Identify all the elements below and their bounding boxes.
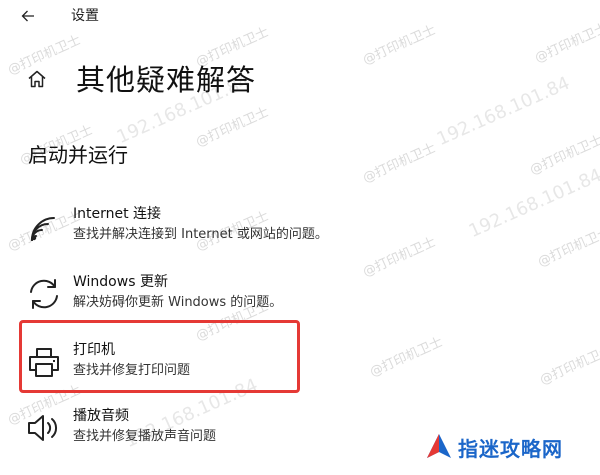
watermark: @打印机卫士	[193, 104, 272, 151]
item-description: 查找并解决连接到 Internet 或网站的问题。	[73, 227, 328, 242]
home-button[interactable]	[26, 68, 48, 90]
arrow-left-icon	[21, 10, 34, 22]
back-button[interactable]	[16, 4, 40, 28]
watermark-ip: 192.168.101.84	[433, 72, 574, 151]
item-title: 打印机	[73, 342, 115, 358]
brand-logo: 指迷攻略网	[424, 432, 563, 462]
logo-mark-icon	[427, 434, 451, 458]
sync-icon	[30, 279, 58, 309]
watermark-ip: 192.168.101.84	[465, 164, 600, 243]
window-title: 设置	[71, 8, 99, 24]
item-description: 解决妨碍你更新 Windows 的问题。	[73, 295, 283, 310]
item-title: Windows 更新	[73, 274, 168, 290]
page-title: 其他疑难解答	[76, 63, 257, 97]
watermark: @打印机卫士	[537, 342, 600, 389]
troubleshooter-item-windows-update[interactable]: Windows 更新 解决妨碍你更新 Windows 的问题。	[26, 272, 406, 324]
troubleshooter-item-internet[interactable]: Internet 连接 查找并解决连接到 Internet 或网站的问题。	[26, 204, 406, 256]
watermark: @打印机卫士	[360, 140, 439, 187]
printer-icon	[29, 348, 59, 377]
logo-text: 指迷攻略网	[458, 436, 563, 461]
item-title: Internet 连接	[73, 206, 162, 222]
watermark: @打印机卫士	[532, 20, 600, 67]
watermark: @打印机卫士	[535, 224, 600, 271]
troubleshooter-item-printer[interactable]: 打印机 查找并修复打印问题	[26, 340, 406, 392]
item-description: 查找并修复打印问题	[73, 363, 191, 378]
troubleshooter-item-audio[interactable]: 播放音频 查找并修复播放声音问题	[26, 406, 406, 458]
item-description: 查找并修复播放声音问题	[73, 429, 217, 444]
wifi-icon	[31, 217, 55, 241]
home-icon	[28, 70, 46, 88]
section-title: 启动并运行	[28, 143, 128, 167]
watermark: @打印机卫士	[527, 132, 600, 179]
watermark: @打印机卫士	[360, 22, 439, 69]
item-title: 播放音频	[73, 408, 129, 424]
speaker-icon	[28, 415, 58, 441]
